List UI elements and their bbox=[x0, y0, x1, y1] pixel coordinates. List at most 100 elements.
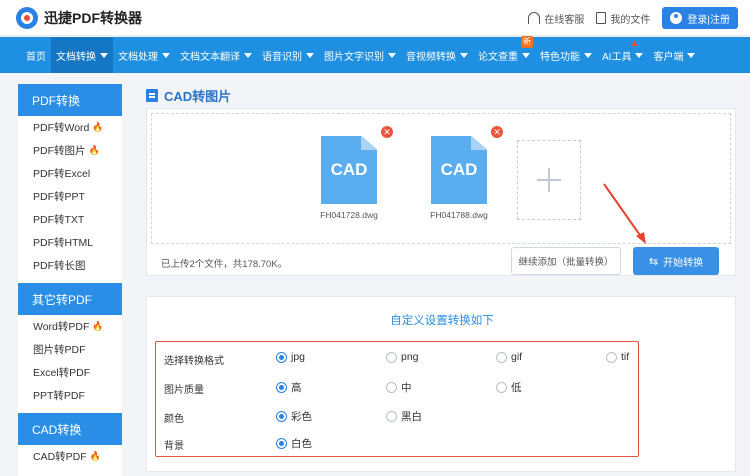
radio-icon bbox=[386, 411, 397, 422]
start-convert-label: 开始转换 bbox=[663, 257, 704, 269]
format-option-tif[interactable]: tif bbox=[606, 351, 629, 363]
file-name: FH041728.dwg bbox=[320, 210, 378, 220]
sidebar-item-cad-to-pdf[interactable]: CAD转PDF 🔥 bbox=[18, 445, 122, 468]
main-content: CAD转图片 CAD FH041728.dwg ✕ CAD FH041788.d… bbox=[146, 84, 736, 476]
format-option-jpg[interactable]: jpg bbox=[276, 351, 305, 363]
add-file-button[interactable] bbox=[517, 140, 581, 220]
user-icon bbox=[670, 12, 683, 24]
annotation-arrow-icon bbox=[603, 183, 646, 244]
remove-file-button[interactable]: ✕ bbox=[491, 126, 503, 138]
logo[interactable]: 迅捷PDF转换器 bbox=[16, 7, 142, 29]
sidebar-item-word-to-pdf[interactable]: Word转PDF 🔥 bbox=[18, 315, 122, 338]
upload-summary: 已上传2个文件，共178.70K。 bbox=[161, 259, 288, 270]
quality-option-low[interactable]: 低 bbox=[496, 380, 522, 395]
color-option-color[interactable]: 彩色 bbox=[276, 409, 312, 424]
sidebar-group-other-to-pdf[interactable]: 其它转PDF bbox=[18, 283, 122, 315]
sidebar-item-pdf-to-excel[interactable]: PDF转Excel bbox=[18, 162, 122, 185]
login-register-label: 登录|注册 bbox=[687, 14, 730, 26]
nav-speech-recognition-label: 语音识别 bbox=[262, 51, 302, 63]
customer-service-link[interactable]: 在线客服 bbox=[528, 11, 584, 26]
chevron-down-icon bbox=[388, 52, 396, 58]
nav-featured[interactable]: 特色功能 bbox=[535, 37, 597, 73]
sidebar-item-pdf-to-txt[interactable]: PDF转TXT bbox=[18, 208, 122, 231]
nav-document-process-label: 文档处理 bbox=[118, 51, 158, 63]
radio-checked-icon bbox=[276, 411, 287, 422]
file-type-label: CAD bbox=[440, 160, 478, 179]
nav-client-label: 客户端 bbox=[653, 51, 684, 63]
sidebar-item-label: PPT转PDF bbox=[33, 390, 85, 402]
sidebar-item-pdf-to-html[interactable]: PDF转HTML bbox=[18, 231, 122, 254]
nav-document-convert-label: 文档转换 bbox=[56, 51, 96, 63]
nav-speech-recognition[interactable]: 语音识别 bbox=[257, 37, 319, 73]
nav-home-label: 首页 bbox=[26, 51, 46, 63]
nav-plagiarism-check[interactable]: 论文查重新 bbox=[473, 36, 535, 73]
settings-title: 自定义设置转换如下 bbox=[390, 315, 494, 327]
radio-icon bbox=[386, 382, 397, 393]
sidebar-item-label: Word转PDF bbox=[33, 321, 90, 333]
plus-icon bbox=[537, 168, 561, 192]
quality-option-medium[interactable]: 中 bbox=[386, 380, 412, 395]
nav-document-process[interactable]: 文档处理 bbox=[113, 37, 175, 73]
page-title: CAD转图片 bbox=[146, 86, 231, 105]
option-label: 低 bbox=[511, 382, 522, 394]
sidebar-item-label: PDF转TXT bbox=[33, 214, 85, 226]
sidebar-item-excel-to-pdf[interactable]: Excel转PDF bbox=[18, 361, 122, 384]
sidebar-item-pdf-to-long-image[interactable]: PDF转长图 bbox=[18, 254, 122, 277]
quality-option-high[interactable]: 高 bbox=[276, 380, 302, 395]
nav-document-convert[interactable]: 文档转换 bbox=[51, 37, 113, 73]
login-register-button[interactable]: 登录|注册 bbox=[662, 7, 738, 29]
nav-ai-tools-label: AI工具 bbox=[602, 51, 632, 63]
top-header: 迅捷PDF转换器 在线客服 我的文件 登录|注册 bbox=[0, 0, 750, 36]
file-card[interactable]: CAD FH041728.dwg ✕ bbox=[299, 126, 399, 220]
top-links: 在线客服 我的文件 登录|注册 bbox=[528, 7, 738, 29]
option-label: 黑白 bbox=[401, 411, 422, 423]
nav-home[interactable]: 首页 bbox=[21, 37, 51, 73]
sidebar-item-label: PDF转图片 bbox=[33, 145, 86, 157]
file-card[interactable]: CAD FH041788.dwg ✕ bbox=[409, 126, 509, 220]
format-option-png[interactable]: png bbox=[386, 351, 419, 363]
fire-icon: 🔥 bbox=[92, 321, 104, 331]
chevron-down-icon bbox=[162, 52, 170, 58]
options-highlight-box: 选择转换格式 jpg png gif tif 图片质量 高 中 低 颜色 彩色 … bbox=[155, 341, 639, 457]
nav-av-convert[interactable]: 音视频转换 bbox=[401, 37, 473, 73]
nav-document-translate[interactable]: 文档文本翻译 bbox=[175, 37, 257, 73]
nav-client[interactable]: 客户端 bbox=[648, 37, 700, 73]
chevron-down-icon bbox=[522, 52, 530, 58]
my-files-link[interactable]: 我的文件 bbox=[596, 11, 650, 26]
radio-icon bbox=[606, 351, 617, 363]
quality-label: 图片质量 bbox=[164, 385, 204, 396]
color-option-bw[interactable]: 黑白 bbox=[386, 409, 422, 424]
settings-panel: 自定义设置转换如下 选择转换格式 jpg png gif tif 图片质量 高 … bbox=[146, 296, 736, 472]
start-convert-button[interactable]: ⇆ 开始转换 bbox=[633, 247, 719, 275]
radio-icon bbox=[386, 351, 397, 363]
nav-image-ocr[interactable]: 图片文字识别 bbox=[319, 37, 401, 73]
file-name: FH041788.dwg bbox=[430, 210, 488, 220]
sidebar-item-pdf-to-word[interactable]: PDF转Word 🔥 bbox=[18, 116, 122, 139]
sidebar-item-label: 图片转PDF bbox=[33, 344, 86, 356]
radio-icon bbox=[496, 382, 507, 393]
format-label: 选择转换格式 bbox=[164, 356, 224, 367]
format-option-gif[interactable]: gif bbox=[496, 351, 522, 363]
continue-add-button[interactable]: 继续添加（批量转换） bbox=[511, 247, 621, 275]
color-label: 颜色 bbox=[164, 414, 184, 425]
sidebar-item-pdf-to-ppt[interactable]: PDF转PPT bbox=[18, 185, 122, 208]
chevron-down-icon bbox=[306, 52, 314, 58]
option-label: 白色 bbox=[291, 438, 312, 450]
option-label: tif bbox=[621, 351, 630, 363]
sidebar-item-label: CAD转PDF bbox=[33, 451, 87, 463]
sidebar-item-image-to-pdf[interactable]: 图片转PDF bbox=[18, 338, 122, 361]
option-label: 彩色 bbox=[291, 411, 312, 423]
sidebar-item-ppt-to-pdf[interactable]: PPT转PDF bbox=[18, 384, 122, 407]
file-type-label: CAD bbox=[330, 160, 368, 179]
background-option-white[interactable]: 白色 bbox=[276, 436, 312, 451]
sidebar-item-pdf-to-image[interactable]: PDF转图片 🔥 bbox=[18, 139, 122, 162]
radio-checked-icon bbox=[276, 351, 287, 363]
sidebar-group-pdf-convert[interactable]: PDF转换 bbox=[18, 84, 122, 116]
nav-ai-tools[interactable]: AI工具 ▲ bbox=[597, 37, 648, 73]
chevron-down-icon bbox=[460, 52, 468, 58]
background-label: 背景 bbox=[164, 441, 184, 452]
logo-icon bbox=[16, 7, 38, 29]
sidebar-group-cad-convert[interactable]: CAD转换 bbox=[18, 413, 122, 445]
chevron-down-icon bbox=[244, 52, 252, 58]
remove-file-button[interactable]: ✕ bbox=[381, 126, 393, 138]
